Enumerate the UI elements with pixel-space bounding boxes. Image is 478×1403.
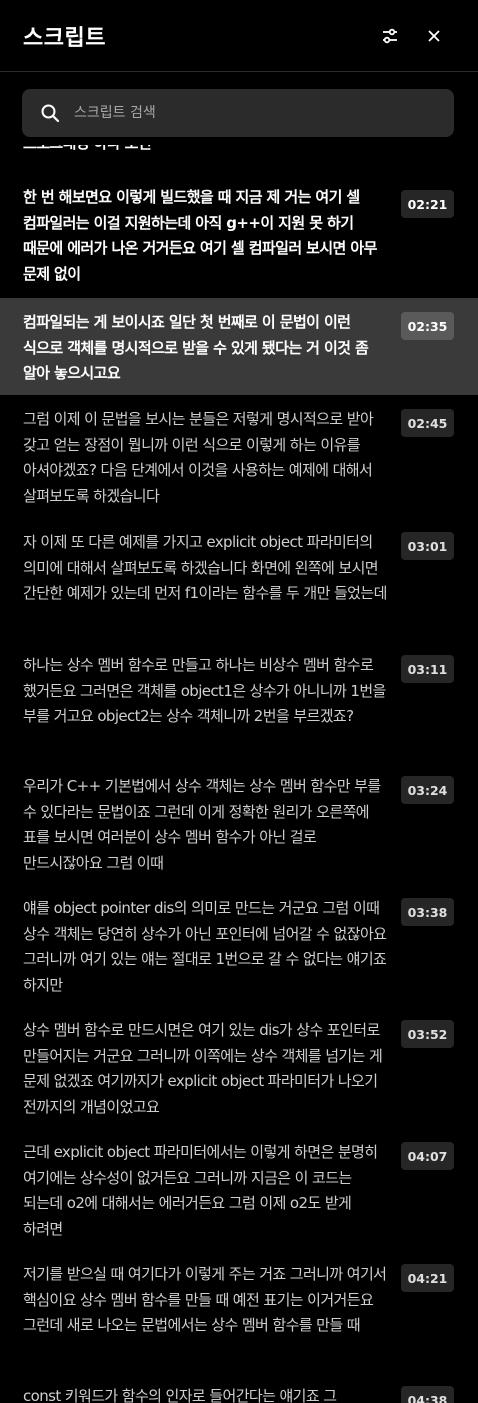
script-text: 저기를 받으실 때 여기다가 이렇게 주는 거죠 그러니까 여기서 핵심이요 상… bbox=[23, 1265, 387, 1334]
close-button[interactable] bbox=[420, 22, 448, 50]
script-text: 근데 explicit object 파라미터에서는 이렇게 하면은 분명히 여… bbox=[23, 1143, 378, 1238]
list-item[interactable]: 상수 멤버 함수로 만드시면은 여기 있는 dis가 상수 포인터로 만들어지는… bbox=[0, 1018, 478, 1134]
list-item[interactable]: const 키워드가 함수의 인자로 들어간다는 얘기죠 그 04:38 bbox=[0, 1384, 478, 1403]
timestamp-button[interactable]: 02:21 bbox=[401, 190, 454, 218]
script-text: 우리가 C++ 기본법에서 상수 객체는 상수 멤버 함수만 부를 수 있다라는… bbox=[23, 777, 381, 872]
timestamp-button[interactable]: 03:01 bbox=[401, 532, 454, 560]
list-item-active[interactable]: 컴파일되는 게 보이시죠 일단 첫 번째로 이 문법이 이런 식으로 객체를 명… bbox=[0, 298, 478, 395]
script-text: 그럼 이제 이 문법을 보시는 분들은 저렇게 명시적으로 받아 갖고 얻는 장… bbox=[23, 410, 374, 505]
list-item-partial[interactable]: 프로그래밍 하다 보면 bbox=[0, 145, 478, 157]
script-panel-header: 스크립트 bbox=[0, 0, 478, 72]
script-text: const 키워드가 함수의 인자로 들어간다는 얘기죠 그 bbox=[23, 1387, 337, 1403]
panel-title: 스크립트 bbox=[23, 26, 106, 51]
timestamp-button[interactable]: 04:07 bbox=[401, 1142, 454, 1170]
script-text: 얘를 object pointer dis의 의미로 만드는 거군요 그럼 이때… bbox=[23, 899, 387, 994]
timestamp-button[interactable]: 03:11 bbox=[401, 655, 454, 683]
search-bar[interactable] bbox=[22, 89, 454, 137]
script-text: 컴파일되는 게 보이시죠 일단 첫 번째로 이 문법이 이런 식으로 객체를 명… bbox=[23, 313, 369, 382]
list-item[interactable]: 그럼 이제 이 문법을 보시는 분들은 저렇게 명시적으로 받아 갖고 얻는 장… bbox=[0, 407, 478, 523]
timestamp-button[interactable]: 03:38 bbox=[401, 898, 454, 926]
search-icon bbox=[41, 104, 60, 123]
list-item[interactable]: 근데 explicit object 파라미터에서는 이렇게 하면은 분명히 여… bbox=[0, 1140, 478, 1256]
timestamp-button[interactable]: 03:52 bbox=[401, 1020, 454, 1048]
search-input[interactable] bbox=[72, 104, 436, 122]
script-text: 상수 멤버 함수로 만드시면은 여기 있는 dis가 상수 포인터로 만들어지는… bbox=[23, 1021, 383, 1116]
script-text: 하나는 상수 멤버 함수로 만들고 하나는 비상수 멤버 함수로 했거든요 그러… bbox=[23, 656, 386, 725]
list-item[interactable]: 저기를 받으실 때 여기다가 이렇게 주는 거죠 그러니까 여기서 핵심이요 상… bbox=[0, 1262, 478, 1378]
script-text: 프로그래밍 하다 보면 bbox=[23, 145, 393, 157]
list-item[interactable]: 한 번 해보면요 이렇게 빌드했을 때 지금 제 거는 여기 셀 컴파일러는 이… bbox=[0, 180, 478, 295]
list-item[interactable]: 얘를 object pointer dis의 의미로 만드는 거군요 그럼 이때… bbox=[0, 896, 478, 1012]
timestamp-button[interactable]: 03:24 bbox=[401, 776, 454, 804]
script-list[interactable]: 프로그래밍 하다 보면 한 번 해보면요 이렇게 빌드했을 때 지금 제 거는 … bbox=[0, 145, 478, 1403]
timestamp-button[interactable]: 02:45 bbox=[401, 409, 454, 437]
timestamp-button[interactable]: 04:21 bbox=[401, 1264, 454, 1292]
timestamp-button[interactable]: 02:35 bbox=[401, 312, 454, 340]
timestamp-button[interactable]: 04:38 bbox=[401, 1386, 454, 1403]
sliders-icon bbox=[383, 28, 397, 44]
script-text: 자 이제 또 다른 예제를 가지고 explicit object 파라미터의 … bbox=[23, 533, 387, 602]
list-item[interactable]: 우리가 C++ 기본법에서 상수 객체는 상수 멤버 함수만 부를 수 있다라는… bbox=[0, 774, 478, 890]
list-item[interactable]: 자 이제 또 다른 예제를 가지고 explicit object 파라미터의 … bbox=[0, 530, 478, 646]
filter-settings-button[interactable] bbox=[376, 22, 404, 50]
script-text: 한 번 해보면요 이렇게 빌드했을 때 지금 제 거는 여기 셀 컴파일러는 이… bbox=[23, 188, 377, 283]
list-item[interactable]: 하나는 상수 멤버 함수로 만들고 하나는 비상수 멤버 함수로 했거든요 그러… bbox=[0, 653, 478, 769]
close-icon bbox=[428, 30, 440, 42]
